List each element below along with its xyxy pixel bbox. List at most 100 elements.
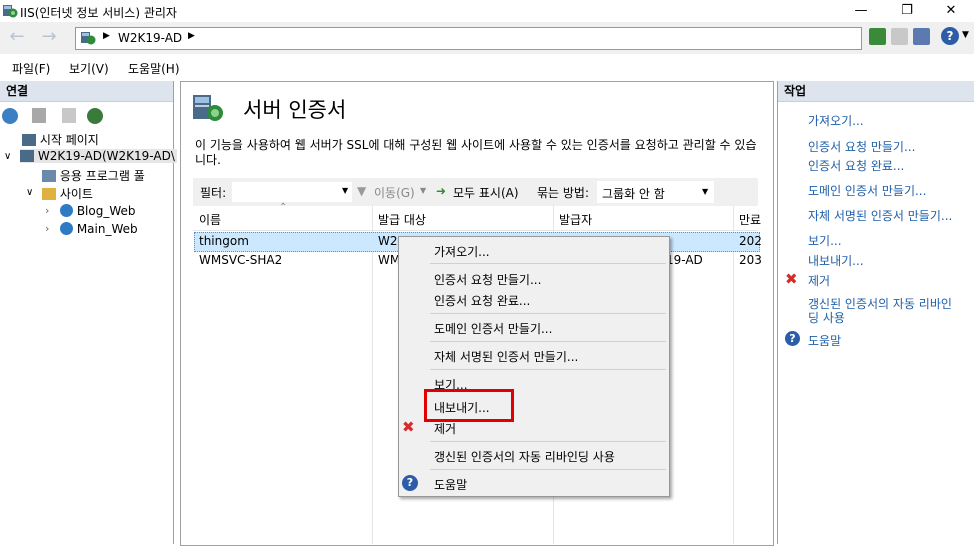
address-field[interactable]: ▶ W2K19-AD ▶: [75, 27, 862, 50]
refresh-icon[interactable]: [869, 28, 886, 45]
tree-app-pools-label: 응용 프로그램 풀: [59, 169, 145, 183]
tree-app-pools[interactable]: 응용 프로그램 풀: [42, 167, 145, 184]
action-complete-request[interactable]: 인증서 요청 완료...: [808, 157, 904, 174]
cell-issued-to: WM: [378, 253, 401, 267]
connections-header: 연결: [0, 81, 173, 102]
menu-separator: [430, 341, 666, 342]
iis-app-icon: [3, 5, 18, 18]
breadcrumb-separator-icon: ▶: [103, 31, 110, 41]
tree-server-label: W2K19-AD(W2K19-AD\: [37, 149, 175, 163]
chevron-right-icon[interactable]: ›: [45, 222, 49, 235]
column-issuer[interactable]: 발급자: [559, 211, 592, 228]
column-expires[interactable]: 만료: [739, 211, 761, 228]
highlight-box: [424, 389, 514, 422]
globe-icon: [60, 222, 73, 235]
tree-start-page[interactable]: 시작 페이지: [22, 131, 99, 148]
menu-separator: [430, 263, 666, 264]
page-description: 이 기능을 사용하여 웹 서버가 SSL에 대해 구성된 웹 사이트에 사용할 …: [195, 138, 757, 167]
menu-separator: [430, 369, 666, 370]
show-all-button[interactable]: 모두 표시(A): [453, 184, 519, 201]
tree-sites-label: 사이트: [59, 187, 93, 201]
server-icon: [20, 150, 34, 162]
action-create-domain-cert[interactable]: 도메인 인증서 만들기...: [808, 182, 926, 199]
chevron-down-icon[interactable]: ▼: [420, 186, 426, 195]
action-export[interactable]: 내보내기...: [808, 252, 864, 269]
ctx-auto-rebind[interactable]: 갱신된 인증서의 자동 리바인딩 사용: [434, 448, 615, 465]
menu-file[interactable]: 파일(F): [12, 60, 50, 77]
ctx-remove[interactable]: 제거: [434, 420, 456, 437]
disconnect-icon[interactable]: [87, 108, 103, 124]
tree-site-blog[interactable]: Blog_Web: [60, 204, 136, 218]
forward-button[interactable]: →: [34, 27, 64, 49]
server-certificates-icon: [193, 95, 223, 121]
action-remove[interactable]: 제거: [808, 272, 830, 289]
cell-issuer: 19-AD: [666, 253, 703, 267]
ctx-import[interactable]: 가져오기...: [434, 243, 490, 260]
group-by-select[interactable]: 그룹화 안 함 ▼: [597, 181, 714, 203]
globe-icon: [60, 204, 73, 217]
folder-icon: [42, 188, 56, 200]
action-auto-rebind-line2[interactable]: 딩 사용: [808, 309, 845, 326]
server-icon: [81, 32, 96, 45]
tree-start-page-label: 시작 페이지: [39, 133, 99, 147]
chevron-down-icon[interactable]: ▼: [962, 30, 969, 40]
action-create-self-signed[interactable]: 자체 서명된 인증서 만들기...: [808, 207, 952, 224]
chevron-down-icon[interactable]: ∨: [26, 187, 33, 198]
menu-view[interactable]: 보기(V): [69, 60, 109, 77]
menu-separator: [430, 469, 666, 470]
action-view[interactable]: 보기...: [808, 232, 842, 249]
window-title: IIS(인터넷 정보 서비스) 관리자: [20, 6, 177, 20]
close-button[interactable]: ✕: [928, 0, 974, 22]
remove-icon: ✖: [402, 418, 415, 436]
tree-site-blog-label: Blog_Web: [76, 204, 136, 218]
menu-help[interactable]: 도움말(H): [128, 60, 180, 77]
chevron-down-icon[interactable]: ∨: [4, 151, 11, 162]
help-icon: ?: [785, 331, 800, 346]
filter-input[interactable]: [232, 182, 352, 202]
action-help[interactable]: 도움말: [808, 332, 841, 349]
action-import[interactable]: 가져오기...: [808, 112, 864, 129]
group-by-label: 묶는 방법:: [537, 186, 590, 200]
back-button[interactable]: ←: [2, 27, 32, 49]
ctx-create-request[interactable]: 인증서 요청 만들기...: [434, 271, 541, 288]
home-icon[interactable]: [913, 28, 930, 45]
funnel-icon: ▼: [357, 184, 367, 198]
menu-separator: [430, 441, 666, 442]
ctx-help[interactable]: 도움말: [434, 476, 467, 493]
stop-icon[interactable]: [891, 28, 908, 45]
menu-separator: [430, 313, 666, 314]
tree-site-main-label: Main_Web: [76, 222, 138, 236]
chevron-right-icon[interactable]: ›: [45, 204, 49, 217]
start-page-icon: [22, 134, 36, 146]
minimize-button[interactable]: —: [838, 0, 884, 22]
chevron-down-icon[interactable]: ▼: [342, 186, 348, 195]
column-issued-to[interactable]: 발급 대상: [378, 211, 426, 228]
ctx-create-self-signed[interactable]: 자체 서명된 인증서 만들기...: [434, 348, 578, 365]
action-create-request[interactable]: 인증서 요청 만들기...: [808, 138, 915, 155]
help-icon: ?: [402, 475, 418, 491]
breadcrumb-separator-icon: ▶: [188, 31, 195, 41]
show-all-icon: ➜: [436, 184, 447, 198]
column-name[interactable]: 이름: [199, 211, 221, 228]
chevron-down-icon: ▼: [702, 187, 709, 196]
breadcrumb-server[interactable]: W2K19-AD: [118, 31, 182, 45]
up-icon[interactable]: [62, 108, 76, 123]
connect-icon[interactable]: [2, 108, 18, 124]
list-header: [193, 206, 758, 231]
remove-icon: ✖: [785, 270, 798, 288]
ctx-create-domain-cert[interactable]: 도메인 인증서 만들기...: [434, 320, 552, 337]
help-icon[interactable]: ?: [941, 27, 959, 45]
filter-label: 필터:: [200, 186, 227, 200]
ctx-complete-request[interactable]: 인증서 요청 완료...: [434, 292, 530, 309]
sort-ascending-icon: ⌃: [279, 202, 288, 213]
cell-expires: 203: [739, 253, 762, 267]
tree-server[interactable]: W2K19-AD(W2K19-AD\: [20, 149, 177, 163]
tree-site-main[interactable]: Main_Web: [60, 222, 138, 236]
cell-expires: 202: [739, 234, 762, 248]
go-button[interactable]: 이동(G): [374, 184, 415, 201]
app-pool-icon: [42, 170, 56, 182]
save-icon[interactable]: [32, 108, 46, 123]
group-by-value: 그룹화 안 함: [602, 187, 665, 201]
tree-sites[interactable]: 사이트: [42, 185, 93, 202]
restore-button[interactable]: ❐: [884, 0, 930, 22]
